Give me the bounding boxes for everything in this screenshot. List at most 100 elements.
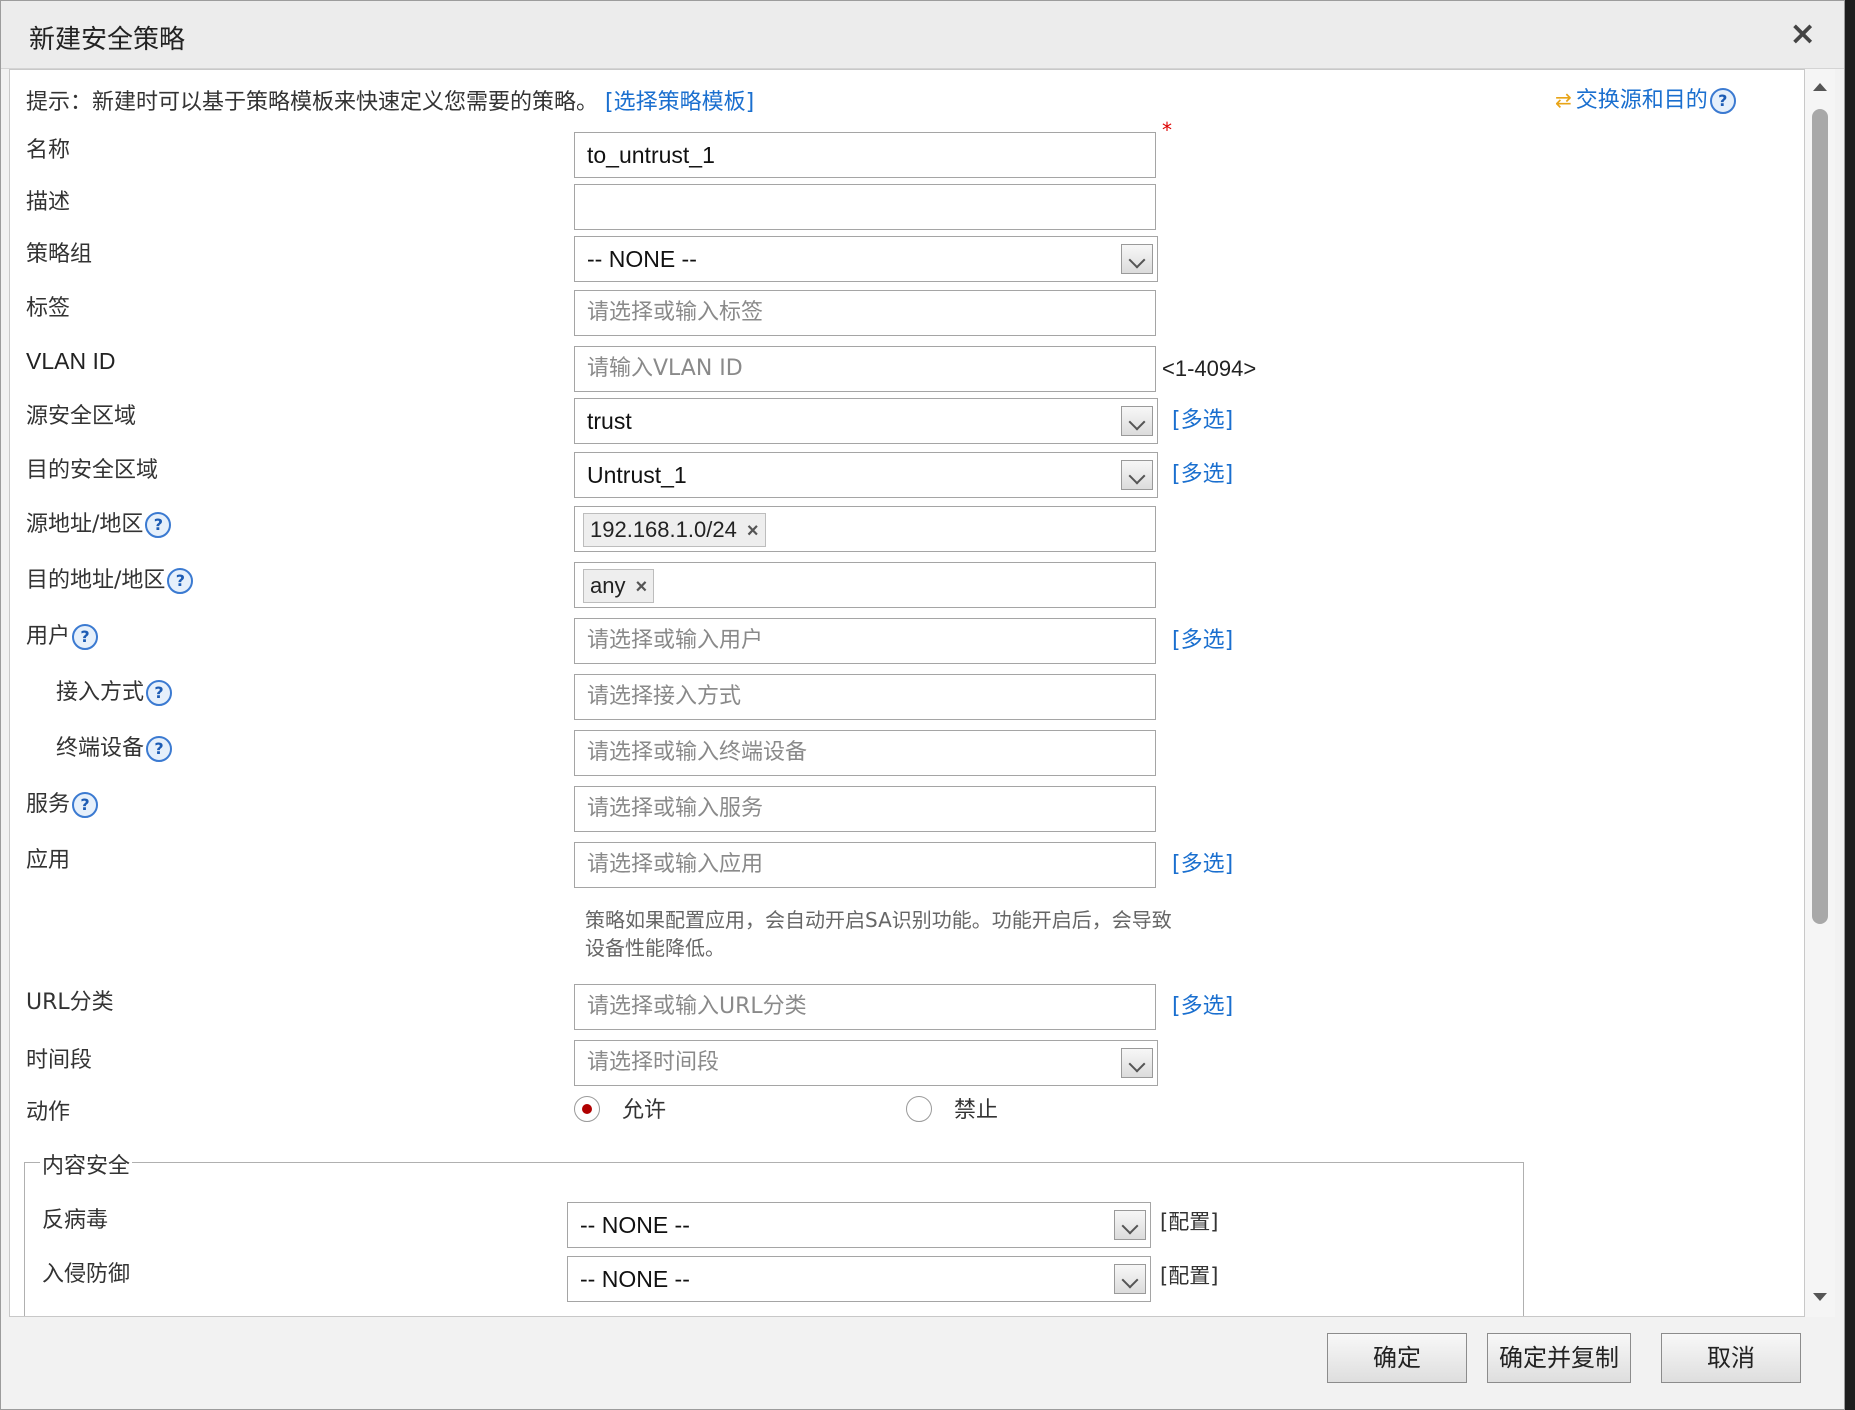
dest-zone-select[interactable]: Untrust_1 xyxy=(574,452,1158,498)
address-tag: 192.168.1.0/24 × xyxy=(583,513,766,547)
remove-tag-icon[interactable]: × xyxy=(747,520,759,542)
source-address-input[interactable]: 192.168.1.0/24 × xyxy=(574,506,1156,552)
application-input[interactable]: 请选择或输入应用 xyxy=(574,842,1156,888)
description-label: 描述 xyxy=(26,190,71,215)
terminal-device-label-text: 终端设备 xyxy=(56,736,145,761)
chevron-down-icon[interactable] xyxy=(1114,1264,1146,1294)
source-address-label-text: 源地址/地区 xyxy=(26,512,144,537)
action-allow-label[interactable]: 允许 xyxy=(622,1092,666,1124)
help-icon[interactable]: ? xyxy=(145,512,172,538)
antivirus-value: -- NONE -- xyxy=(580,1212,690,1238)
hint-message: 提示：新建时可以基于策略模板来快速定义您需要的策略。 xyxy=(26,90,599,115)
service-label: 服务? xyxy=(26,786,99,818)
user-input[interactable]: 请选择或输入用户 xyxy=(574,618,1156,664)
help-icon[interactable]: ? xyxy=(72,792,99,818)
service-label-text: 服务 xyxy=(26,792,71,817)
help-icon[interactable]: ? xyxy=(72,624,99,650)
access-mode-input[interactable]: 请选择接入方式 xyxy=(574,674,1156,720)
tag-input[interactable]: 请选择或输入标签 xyxy=(574,290,1156,336)
vlan-id-label: VLAN ID xyxy=(26,348,116,374)
application-multiselect[interactable]: [多选] xyxy=(1172,846,1233,878)
remove-tag-icon[interactable]: × xyxy=(635,576,647,598)
dest-zone-multiselect[interactable]: [多选] xyxy=(1172,456,1233,488)
close-icon[interactable]: × xyxy=(1789,15,1816,51)
scroll-down-arrow-icon[interactable] xyxy=(1813,1293,1827,1301)
action-deny-radio[interactable] xyxy=(906,1096,932,1122)
dest-zone-value: Untrust_1 xyxy=(587,462,687,488)
swap-label: 交换源和目的 xyxy=(1575,88,1708,113)
vertical-scrollbar[interactable] xyxy=(1805,69,1835,1317)
service-input[interactable]: 请选择或输入服务 xyxy=(574,786,1156,832)
access-mode-label: 接入方式? xyxy=(56,674,173,706)
url-category-multiselect[interactable]: [多选] xyxy=(1172,988,1233,1020)
policy-group-label: 策略组 xyxy=(26,242,93,267)
time-range-select[interactable]: 请选择时间段 xyxy=(574,1040,1158,1086)
user-label-text: 用户 xyxy=(26,624,71,649)
chevron-down-icon[interactable] xyxy=(1121,244,1153,274)
security-policy-dialog: 新建安全策略 × 提示：新建时可以基于策略模板来快速定义您需要的策略。 [选择策… xyxy=(0,0,1845,1410)
terminal-device-input[interactable]: 请选择或输入终端设备 xyxy=(574,730,1156,776)
time-range-label: 时间段 xyxy=(26,1048,93,1073)
action-deny-label[interactable]: 禁止 xyxy=(954,1092,998,1124)
dest-address-input[interactable]: any × xyxy=(574,562,1156,608)
access-mode-label-text: 接入方式 xyxy=(56,680,145,705)
help-icon[interactable]: ? xyxy=(1709,88,1736,114)
vlan-id-input[interactable]: 请输入VLAN ID xyxy=(574,346,1156,392)
url-category-label: URL分类 xyxy=(26,990,114,1015)
dest-zone-label: 目的安全区域 xyxy=(26,458,159,483)
name-input[interactable]: to_untrust_1 xyxy=(574,132,1156,178)
chevron-down-icon[interactable] xyxy=(1114,1210,1146,1240)
tag-label: 标签 xyxy=(26,296,71,321)
chevron-down-icon[interactable] xyxy=(1121,1048,1153,1078)
source-zone-label: 源安全区域 xyxy=(26,404,137,429)
select-template-link[interactable]: [选择策略模板] xyxy=(605,90,754,115)
ips-label: 入侵防御 xyxy=(42,1262,131,1287)
description-input[interactable] xyxy=(574,184,1156,230)
address-tag-text: 192.168.1.0/24 xyxy=(590,517,737,542)
source-zone-select[interactable]: trust xyxy=(574,398,1158,444)
action-label: 动作 xyxy=(26,1100,71,1125)
dest-address-label-text: 目的地址/地区 xyxy=(26,568,166,593)
antivirus-label: 反病毒 xyxy=(42,1208,109,1233)
scroll-thumb[interactable] xyxy=(1812,109,1828,924)
swap-icon: ⇄ xyxy=(1555,88,1572,112)
help-icon[interactable]: ? xyxy=(146,680,173,706)
chevron-down-icon[interactable] xyxy=(1121,460,1153,490)
help-icon[interactable]: ? xyxy=(167,568,194,594)
chevron-down-icon[interactable] xyxy=(1121,406,1153,436)
swap-source-dest-link[interactable]: ⇄ 交换源和目的? xyxy=(1555,82,1736,114)
ok-and-copy-button[interactable]: 确定并复制 xyxy=(1487,1333,1631,1383)
hint-text: 提示：新建时可以基于策略模板来快速定义您需要的策略。 [选择策略模板] xyxy=(26,84,754,116)
url-category-input[interactable]: 请选择或输入URL分类 xyxy=(574,984,1156,1030)
content-security-legend: 内容安全 xyxy=(40,1148,133,1180)
application-label: 应用 xyxy=(26,848,71,873)
time-range-placeholder: 请选择时间段 xyxy=(587,1050,720,1075)
help-icon[interactable]: ? xyxy=(146,736,173,762)
application-note: 策略如果配置应用，会自动开启SA识别功能。功能开启后，会导致设备性能降低。 xyxy=(585,908,1172,960)
vlan-range-hint: <1-4094> xyxy=(1162,356,1257,381)
source-address-label: 源地址/地区? xyxy=(26,506,172,538)
required-mark: * xyxy=(1162,118,1172,142)
policy-group-value: -- NONE -- xyxy=(587,246,697,272)
antivirus-select[interactable]: -- NONE -- xyxy=(567,1202,1151,1248)
address-tag-text: any xyxy=(590,573,626,598)
ips-config-link[interactable]: [配置] xyxy=(1160,1260,1218,1290)
cancel-button[interactable]: 取消 xyxy=(1661,1333,1801,1383)
ok-button[interactable]: 确定 xyxy=(1327,1333,1467,1383)
terminal-device-label: 终端设备? xyxy=(56,730,173,762)
dialog-title: 新建安全策略 xyxy=(29,25,186,55)
action-allow-radio[interactable] xyxy=(574,1096,600,1122)
antivirus-config-link[interactable]: [配置] xyxy=(1160,1206,1218,1236)
address-tag: any × xyxy=(583,569,655,603)
policy-group-select[interactable]: -- NONE -- xyxy=(574,236,1158,282)
name-label: 名称 xyxy=(26,138,71,163)
scroll-up-arrow-icon[interactable] xyxy=(1813,83,1827,91)
user-multiselect[interactable]: [多选] xyxy=(1172,622,1233,654)
ips-select[interactable]: -- NONE -- xyxy=(567,1256,1151,1302)
dialog-titlebar: 新建安全策略 × xyxy=(1,1,1844,69)
ips-value: -- NONE -- xyxy=(580,1266,690,1292)
user-label: 用户? xyxy=(26,618,99,650)
source-zone-value: trust xyxy=(587,408,632,434)
source-zone-multiselect[interactable]: [多选] xyxy=(1172,402,1233,434)
form-content: 提示：新建时可以基于策略模板来快速定义您需要的策略。 [选择策略模板] ⇄ 交换源… xyxy=(9,69,1805,1317)
